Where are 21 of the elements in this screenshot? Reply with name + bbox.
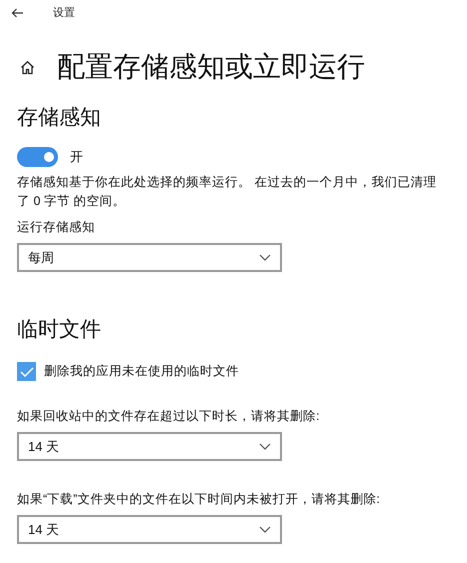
description-text: 存储感知基于你在此处选择的频率运行。 在过去的一个月中，我们已清理了 0 字节 的空间。 <box>17 174 437 210</box>
chevron-down-icon <box>259 443 271 450</box>
home-icon[interactable] <box>20 60 35 74</box>
back-arrow-icon[interactable] <box>11 8 24 18</box>
toggle-switch[interactable] <box>17 147 58 167</box>
checkmark-icon <box>20 366 34 376</box>
duration-dropdown[interactable]: 14 天 <box>17 515 282 544</box>
chevron-down-icon <box>259 254 271 261</box>
field-label: 如果“下载”文件夹中的文件在以下时间内未被打开，请将其删除: <box>17 491 381 508</box>
checkbox-label: 删除我的应用未在使用的临时文件 <box>44 363 239 380</box>
duration-dropdown[interactable]: 14 天 <box>17 432 282 461</box>
chevron-down-icon <box>259 526 271 533</box>
section-heading: 存储感知 <box>17 105 102 131</box>
section-heading: 临时文件 <box>17 317 102 343</box>
field-label: 如果回收站中的文件存在超过以下时长，请将其删除: <box>17 408 320 425</box>
window-title: 设置 <box>53 6 75 21</box>
toggle-label: 开 <box>70 148 83 166</box>
checkbox[interactable] <box>17 362 36 381</box>
field-label: 运行存储感知 <box>17 219 96 236</box>
page-title: 配置存储感知或立即运行 <box>57 50 365 84</box>
frequency-dropdown[interactable]: 每周 <box>17 243 282 272</box>
